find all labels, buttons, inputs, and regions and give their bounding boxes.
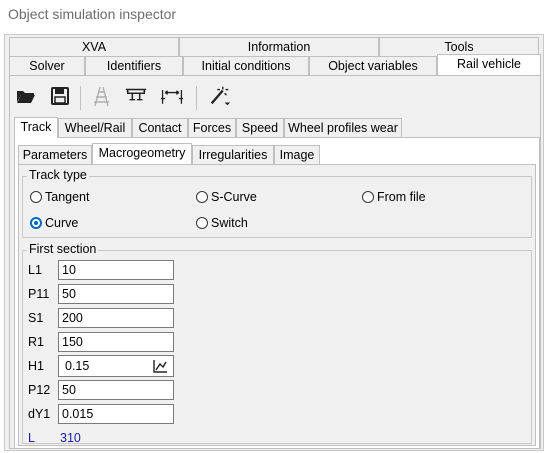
tab-solver[interactable]: Solver xyxy=(9,56,85,75)
subsubtab-macrogeometry[interactable]: Macrogeometry xyxy=(92,143,192,164)
p11-input[interactable]: 50 xyxy=(58,284,174,304)
track-icon[interactable] xyxy=(90,84,114,108)
field-label-p11: P11 xyxy=(28,287,50,301)
dy1-input[interactable]: 0.015 xyxy=(58,404,174,424)
track-type-legend: Track type xyxy=(27,168,89,182)
radio-circle-selected xyxy=(30,217,42,229)
l1-input[interactable]: 10 xyxy=(58,260,174,280)
wheel-gauge-icon[interactable] xyxy=(160,84,184,108)
subsubtab-irregularities[interactable]: Irregularities xyxy=(192,145,274,164)
subtab-track[interactable]: Track xyxy=(14,117,58,138)
field-label-r1: R1 xyxy=(28,335,44,349)
radio-circle xyxy=(30,191,42,203)
tab-object-variables[interactable]: Object variables xyxy=(309,56,437,75)
field-label-p12: P12 xyxy=(28,383,51,397)
radio-label: Tangent xyxy=(45,190,90,204)
radio-curve[interactable]: Curve xyxy=(30,216,78,230)
p12-input[interactable]: 50 xyxy=(58,380,174,400)
radio-circle xyxy=(196,217,208,229)
field-label-l1: L1 xyxy=(28,263,42,277)
tab-initial-conditions[interactable]: Initial conditions xyxy=(183,56,309,75)
subsubtab-parameters[interactable]: Parameters xyxy=(18,145,92,164)
toolbar-separator xyxy=(80,86,81,110)
subtab-contact[interactable]: Contact xyxy=(132,118,188,137)
field-label-h1: H1 xyxy=(28,359,44,373)
radio-label: Curve xyxy=(45,216,79,230)
h1-graph-icon[interactable] xyxy=(150,357,170,375)
toolbar-separator xyxy=(196,86,197,110)
track-type-group xyxy=(22,176,532,238)
radio-s-curve[interactable]: S-Curve xyxy=(196,190,257,204)
subsubtab-image[interactable]: Image xyxy=(274,145,320,164)
radio-circle xyxy=(362,191,374,203)
magic-wand-dropdown-icon[interactable] xyxy=(208,84,232,108)
radio-label: S-Curve xyxy=(211,190,257,204)
field-label-dy1: dY1 xyxy=(28,407,51,421)
radio-label: From file xyxy=(377,190,426,204)
window-title: Object simulation inspector xyxy=(8,6,177,22)
tab-identifiers[interactable]: Identifiers xyxy=(85,56,183,75)
field-label-s1: S1 xyxy=(28,311,44,325)
radio-label: Switch xyxy=(211,216,248,230)
subtab-wheel-profiles-wear[interactable]: Wheel profiles wear xyxy=(284,118,402,137)
open-folder-icon[interactable] xyxy=(14,84,38,108)
subtab-forces[interactable]: Forces xyxy=(188,118,236,137)
subtab-wheel-rail[interactable]: Wheel/Rail xyxy=(58,118,132,137)
radio-tangent[interactable]: Tangent xyxy=(30,190,89,204)
radio-from-file[interactable]: From file xyxy=(362,190,426,204)
tab-xva[interactable]: XVA xyxy=(9,37,179,56)
total-length-label: L xyxy=(28,431,35,445)
tab-information[interactable]: Information xyxy=(179,37,379,56)
total-length-value: 310 xyxy=(60,431,81,445)
tab-rail-vehicle[interactable]: Rail vehicle xyxy=(437,54,541,75)
r1-input[interactable]: 150 xyxy=(58,332,174,352)
rail-profile-icon[interactable] xyxy=(124,84,148,108)
first-section-legend: First section xyxy=(27,242,99,256)
subtab-speed[interactable]: Speed xyxy=(236,118,284,137)
s1-input[interactable]: 200 xyxy=(58,308,174,328)
radio-switch[interactable]: Switch xyxy=(196,216,248,230)
radio-circle xyxy=(196,191,208,203)
save-icon[interactable] xyxy=(48,84,72,108)
